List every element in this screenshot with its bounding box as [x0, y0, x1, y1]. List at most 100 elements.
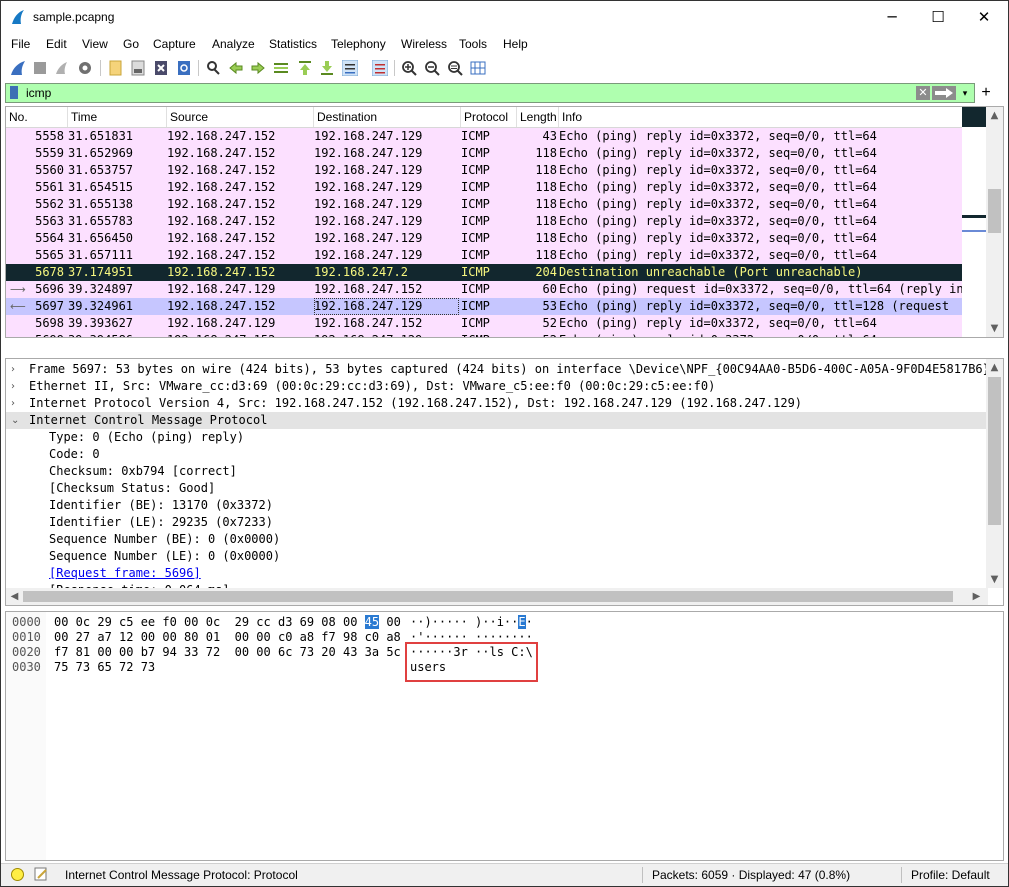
packet-row[interactable]: 5564 31.656450 192.168.247.152 192.168.247.…	[6, 230, 962, 247]
detail-row[interactable]: › Frame 5697: 53 bytes on wire (424 bits)…	[6, 361, 988, 378]
packet-list-scrollbar[interactable]: ▲ ▼	[986, 107, 1003, 337]
packet-row[interactable]: 5559 31.652969 192.168.247.152 192.168.247.…	[6, 145, 962, 162]
scroll-down-icon[interactable]: ▼	[986, 571, 1003, 588]
detail-row[interactable]: › Internet Protocol Version 4, Src: 192.1…	[6, 395, 988, 412]
packet-row[interactable]: 5678 37.174951 192.168.247.152 192.168.247.…	[6, 264, 962, 281]
forward-arrow-icon[interactable]	[250, 60, 266, 76]
detail-row[interactable]: Sequence Number (LE): 0 (0x0000)	[6, 548, 988, 565]
minimize-button[interactable]: ─	[870, 1, 914, 33]
zoom-in-icon[interactable]	[401, 60, 417, 76]
filter-history-dropdown[interactable]: ▾	[958, 86, 972, 100]
collapse-chevron-icon[interactable]: ⌄	[11, 412, 19, 429]
last-packet-icon[interactable]	[319, 60, 335, 76]
display-filter-input[interactable]	[26, 85, 906, 101]
zoom-out-icon[interactable]	[424, 60, 440, 76]
details-scrollbar[interactable]: ▲ ▼	[986, 359, 1003, 588]
expert-info-led-icon[interactable]	[11, 868, 24, 881]
scroll-up-icon[interactable]: ▲	[986, 107, 1003, 124]
maximize-button[interactable]: ☐	[916, 1, 960, 33]
packet-row[interactable]: 5697 39.324961 192.168.247.152 192.168.247.…	[6, 298, 962, 315]
scroll-down-icon[interactable]: ▼	[986, 320, 1003, 337]
detail-row[interactable]: [Checksum Status: Good]	[6, 480, 988, 497]
detail-row[interactable]: Code: 0	[6, 446, 988, 463]
detail-row[interactable]: Type: 0 (Echo (ping) reply)	[6, 429, 988, 446]
restart-icon[interactable]	[54, 60, 70, 76]
detail-row[interactable]: [Request frame: 5696]	[6, 565, 988, 582]
autoscroll-icon[interactable]	[342, 60, 358, 76]
expand-chevron-icon[interactable]: ›	[11, 378, 15, 395]
clear-filter-button[interactable]: ✕	[916, 86, 930, 100]
find-icon[interactable]	[205, 60, 221, 76]
detail-row[interactable]: Sequence Number (BE): 0 (0x0000)	[6, 531, 988, 548]
column-header-time[interactable]: Time	[68, 107, 167, 127]
goto-packet-icon[interactable]	[273, 60, 289, 76]
resize-columns-icon[interactable]	[470, 60, 486, 76]
byte-hex[interactable]: 75 73 65 72 73	[54, 659, 155, 676]
packet-cell-time: 39.324961	[68, 299, 134, 313]
ascii-chars: ··)····· )··i··	[410, 615, 519, 629]
details-horizontal-scrollbar[interactable]: ◀ ▶	[6, 588, 988, 605]
add-filter-button[interactable]: +	[978, 83, 994, 103]
options-gear-icon[interactable]	[77, 60, 93, 76]
packet-cell-proto: ICMP	[461, 214, 490, 228]
detail-row[interactable]: ⌄ Internet Control Message Protocol	[6, 412, 988, 429]
menu-capture[interactable]: Capture	[153, 37, 196, 51]
save-file-icon[interactable]	[130, 60, 146, 76]
menu-go[interactable]: Go	[123, 37, 139, 51]
column-header-destination[interactable]: Destination	[314, 107, 461, 127]
packet-minimap[interactable]	[962, 107, 988, 337]
colorize-icon[interactable]	[372, 60, 388, 76]
packet-row[interactable]: 5699 39.394586 192.168.247.152 192.168.247.…	[6, 332, 962, 337]
scroll-thumb[interactable]	[988, 377, 1001, 525]
packet-row[interactable]: 5558 31.651831 192.168.247.152 192.168.247.…	[6, 128, 962, 145]
scroll-right-icon[interactable]: ▶	[968, 588, 985, 605]
scroll-thumb[interactable]	[988, 189, 1001, 233]
first-packet-icon[interactable]	[297, 60, 313, 76]
shark-fin-start-icon[interactable]	[10, 60, 26, 76]
packet-row[interactable]: 5563 31.655783 192.168.247.152 192.168.247.…	[6, 213, 962, 230]
packet-row[interactable]: 5562 31.655138 192.168.247.152 192.168.247.…	[6, 196, 962, 213]
menu-analyze[interactable]: Analyze	[212, 37, 255, 51]
packet-row[interactable]: 5565 31.657111 192.168.247.152 192.168.247.…	[6, 247, 962, 264]
column-header-protocol[interactable]: Protocol	[461, 107, 517, 127]
column-header-length[interactable]: Length	[517, 107, 559, 127]
detail-row[interactable]: › Ethernet II, Src: VMware_cc:d3:69 (00:0…	[6, 378, 988, 395]
bookmark-icon[interactable]	[10, 86, 18, 99]
menu-telephony[interactable]: Telephony	[331, 37, 386, 51]
detail-row[interactable]: Identifier (BE): 13170 (0x3372)	[6, 497, 988, 514]
column-header-no[interactable]: No.	[6, 107, 68, 127]
packet-row[interactable]: 5698 39.393627 192.168.247.129 192.168.247.…	[6, 315, 962, 332]
apply-filter-arrow-icon[interactable]	[932, 86, 956, 100]
menu-file[interactable]: File	[11, 37, 30, 51]
reload-icon[interactable]	[176, 60, 192, 76]
close-button[interactable]: ✕	[962, 1, 1006, 33]
open-folder-icon[interactable]	[108, 60, 124, 76]
hex-byte-selected: 45	[364, 615, 380, 629]
status-profile[interactable]: Profile: Default	[911, 868, 990, 882]
column-header-source[interactable]: Source	[167, 107, 314, 127]
menu-statistics[interactable]: Statistics	[269, 37, 317, 51]
packet-row[interactable]: 5696 39.324897 192.168.247.129 192.168.247.…	[6, 281, 962, 298]
packet-row[interactable]: 5561 31.654515 192.168.247.152 192.168.247.…	[6, 179, 962, 196]
packet-row[interactable]: 5560 31.653757 192.168.247.152 192.168.247.…	[6, 162, 962, 179]
menu-tools[interactable]: Tools	[459, 37, 487, 51]
stop-icon[interactable]	[32, 60, 48, 76]
scroll-thumb[interactable]	[23, 591, 953, 602]
menu-view[interactable]: View	[82, 37, 108, 51]
menu-wireless[interactable]: Wireless	[401, 37, 447, 51]
expand-chevron-icon[interactable]: ›	[11, 395, 15, 412]
back-arrow-icon[interactable]	[228, 60, 244, 76]
scroll-left-icon[interactable]: ◀	[6, 588, 23, 605]
capture-comment-edit-icon[interactable]	[34, 867, 48, 881]
column-header-info[interactable]: Info	[559, 107, 962, 127]
close-file-icon[interactable]	[153, 60, 169, 76]
zoom-normal-icon[interactable]	[447, 60, 463, 76]
expand-chevron-icon[interactable]: ›	[11, 361, 15, 378]
scroll-up-icon[interactable]: ▲	[986, 359, 1003, 376]
detail-row[interactable]: Identifier (LE): 29235 (0x7233)	[6, 514, 988, 531]
detail-text: Sequence Number (BE): 0 (0x0000)	[49, 532, 281, 546]
detail-link[interactable]: [Request frame: 5696]	[49, 565, 201, 582]
menu-edit[interactable]: Edit	[46, 37, 67, 51]
menu-help[interactable]: Help	[503, 37, 528, 51]
detail-row[interactable]: Checksum: 0xb794 [correct]	[6, 463, 988, 480]
